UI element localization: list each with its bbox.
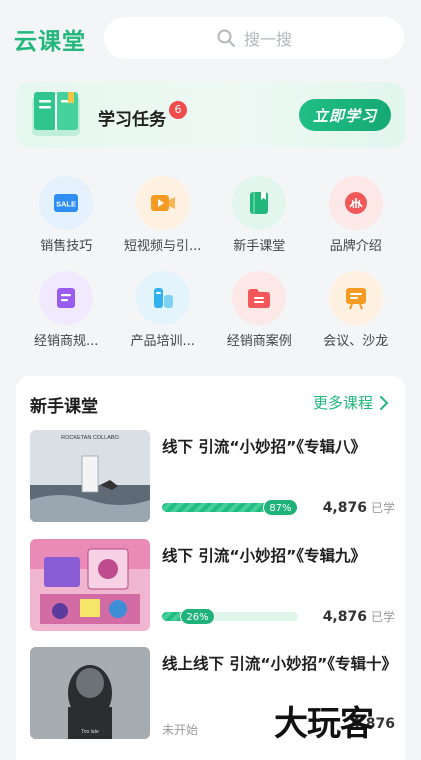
course-item[interactable]: ROCKETAN COLLABO 线下 引流“小妙招”《专辑八》 87% 4,8… <box>30 430 395 524</box>
more-courses-label: 更多课程 <box>312 394 373 412</box>
category-label: 短视频与引... <box>124 239 202 254</box>
category-label: 品牌介绍 <box>329 239 382 254</box>
start-learning-button[interactable]: 立即学习 <box>299 99 391 131</box>
document-icon <box>39 271 94 325</box>
brand-emblem-icon <box>328 176 383 230</box>
learner-suffix: 已学 <box>370 501 395 515</box>
book-icon <box>232 176 287 230</box>
category-label: 会议、沙龙 <box>323 334 389 349</box>
section-title: 新手课堂 <box>30 397 98 417</box>
search-placeholder: 搜一搜 <box>243 30 292 49</box>
category-dealer-rules[interactable]: 经销商规... <box>18 267 115 362</box>
thumbnail-text: Too late <box>81 729 99 735</box>
chevron-right-icon <box>380 395 389 410</box>
watermark-text: 大玩客 <box>274 704 374 744</box>
video-camera-icon <box>135 176 190 230</box>
course-thumbnail: ROCKETAN COLLABO <box>30 430 150 522</box>
category-label: 经销商案例 <box>226 334 292 349</box>
task-title: 学习任务 <box>98 110 166 130</box>
folder-icon <box>232 271 287 325</box>
progress-label: 26% <box>180 608 215 625</box>
progress-bar: 26% <box>162 608 298 625</box>
learning-task-card[interactable]: 学习任务 6 立即学习 <box>16 82 405 148</box>
category-label: 产品培训... <box>130 334 195 349</box>
top-bar: 云课堂 搜一搜 <box>0 0 421 80</box>
category-meetings-salons[interactable]: 会议、沙龙 <box>308 267 405 362</box>
progress-bar: 87% <box>162 499 298 516</box>
presentation-board-icon <box>328 271 383 325</box>
thumbnail-text: ROCKETAN COLLABO <box>61 435 119 441</box>
search-icon <box>217 29 235 47</box>
category-grid: SALE 销售技巧 短视频与引... 新手课堂 品牌介绍 经销商规... 产品培… <box>18 172 404 362</box>
category-label: 经销商规... <box>34 334 99 349</box>
learner-number: 4,876 <box>322 500 367 516</box>
category-dealer-cases[interactable]: 经销商案例 <box>211 267 308 362</box>
course-thumbnail <box>30 539 150 631</box>
app-logo: 云课堂 <box>14 29 86 55</box>
task-count-badge: 6 <box>169 101 187 119</box>
category-label: 销售技巧 <box>40 239 93 254</box>
search-bar[interactable]: 搜一搜 <box>104 17 404 59</box>
category-product-training[interactable]: 产品培训... <box>115 267 212 362</box>
learner-suffix: 已学 <box>370 610 395 624</box>
course-title: 线下 引流“小妙招”《专辑九》 <box>162 547 367 565</box>
course-title: 线上线下 引流“小妙招”《专辑十》 <box>162 655 398 673</box>
sale-tag-icon: SALE <box>39 176 94 230</box>
category-beginner-class[interactable]: 新手课堂 <box>211 172 308 267</box>
course-item[interactable]: 线下 引流“小妙招”《专辑九》 26% 4,876 已学 <box>30 539 395 633</box>
progress-label: 87% <box>263 499 298 516</box>
status-label: 未开始 <box>162 723 199 737</box>
learner-number: 4,876 <box>322 609 367 625</box>
learner-count: 4,876 已学 <box>323 499 395 516</box>
category-brand-intro[interactable]: 品牌介绍 <box>308 172 405 267</box>
category-short-video[interactable]: 短视频与引... <box>115 172 212 267</box>
course-title: 线下 引流“小妙招”《专辑八》 <box>162 438 367 456</box>
sale-text: SALE <box>56 200 76 209</box>
more-courses-link[interactable]: 更多课程 <box>313 392 389 413</box>
product-bottle-icon <box>135 271 190 325</box>
category-sales-skills[interactable]: SALE 销售技巧 <box>18 172 115 267</box>
open-book-icon <box>32 92 80 136</box>
course-thumbnail: Too late <box>30 647 150 739</box>
category-label: 新手课堂 <box>233 239 286 254</box>
learner-count: 4,876 已学 <box>323 608 395 625</box>
